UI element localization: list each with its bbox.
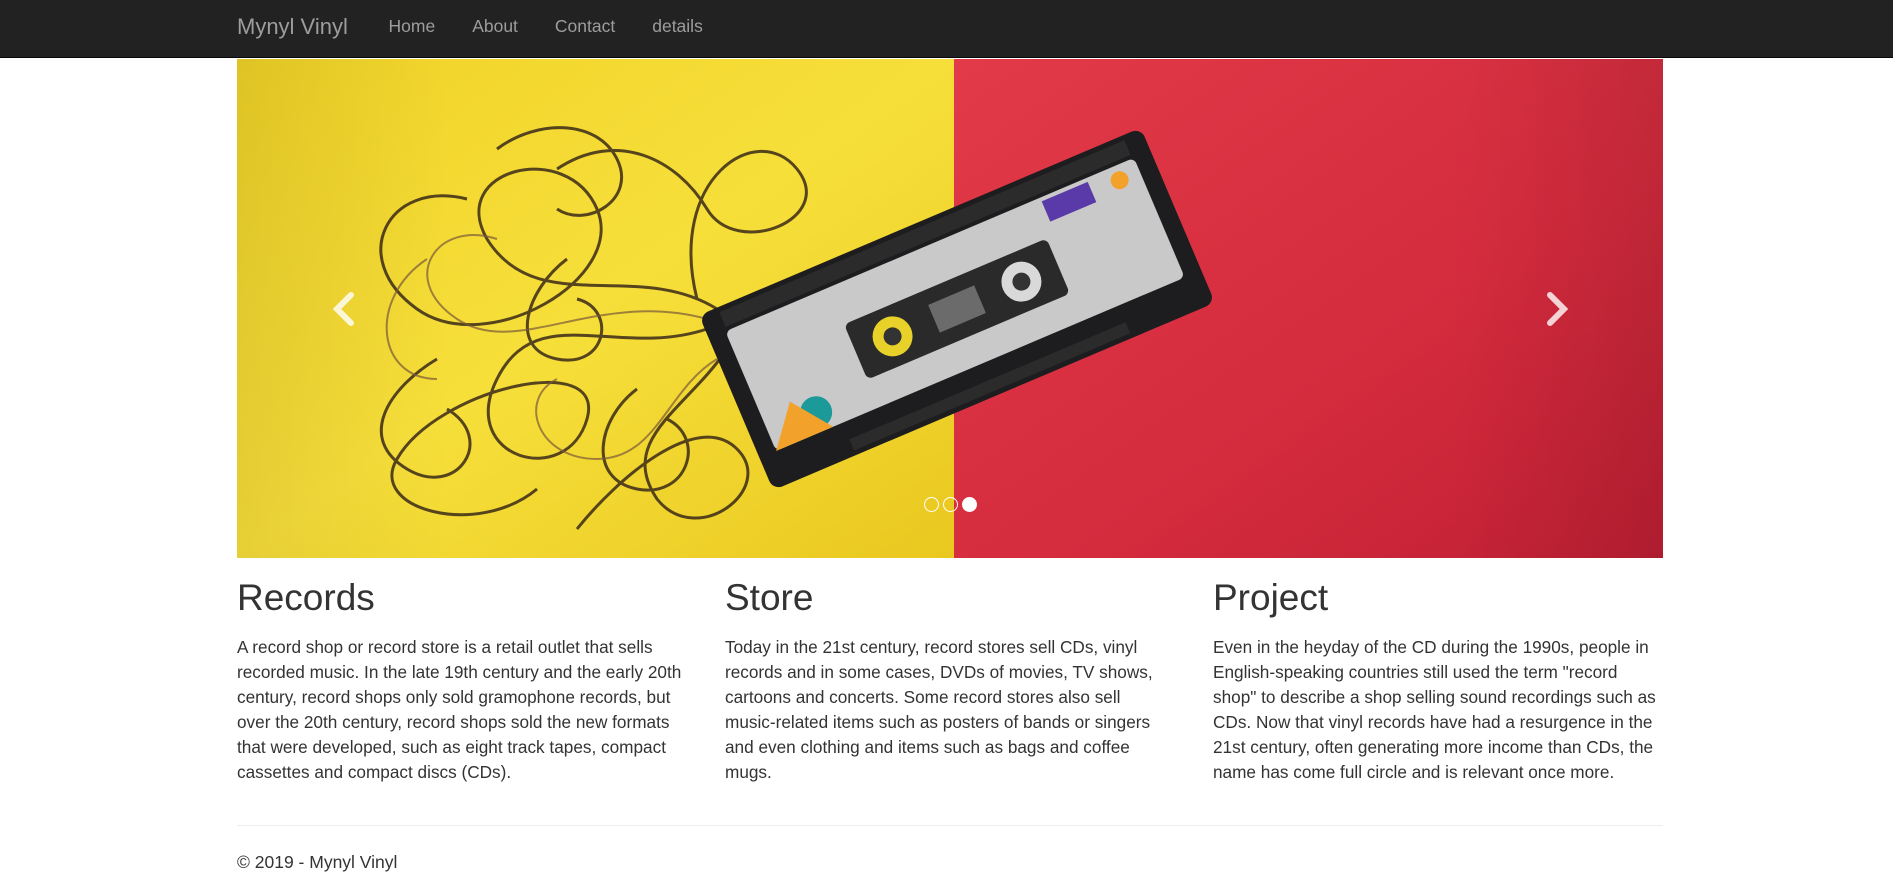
carousel-indicator-3[interactable] (961, 497, 977, 512)
nav-item-details: details (634, 0, 722, 58)
records-column: Records A record shop or record store is… (237, 577, 697, 785)
carousel-prev-button[interactable] (237, 59, 450, 558)
brand-link[interactable]: Mynyl Vinyl (237, 0, 348, 58)
chevron-right-icon (1546, 291, 1568, 326)
nav-item-home: Home (370, 0, 454, 58)
store-text: Today in the 21st century, record stores… (725, 636, 1153, 782)
nav-link-details[interactable]: details (634, 0, 722, 58)
carousel-next-button[interactable] (1450, 59, 1663, 558)
store-column: Store Today in the 21st century, record … (725, 577, 1185, 785)
image-carousel (237, 59, 1663, 558)
project-heading: Project (1213, 577, 1329, 618)
carousel-indicators (237, 497, 1663, 512)
footer-divider (237, 825, 1663, 826)
records-text: A record shop or record store is a retai… (237, 636, 682, 782)
nav-link-contact[interactable]: Contact (536, 0, 633, 58)
nav-link-about[interactable]: About (454, 0, 537, 58)
carousel-indicator-1[interactable] (923, 497, 939, 512)
carousel-indicator-2[interactable] (942, 497, 958, 512)
chevron-left-icon (332, 291, 354, 326)
nav-item-about: About (454, 0, 537, 58)
top-navbar: Mynyl Vinyl Home About Contact details (0, 0, 1893, 58)
nav-item-contact: Contact (536, 0, 633, 58)
project-text: Even in the heyday of the CD during the … (1213, 636, 1656, 782)
records-heading: Records (237, 577, 375, 618)
footer: © 2019 - Mynyl Vinyl (237, 850, 397, 875)
project-column: Project Even in the heyday of the CD dur… (1213, 577, 1673, 785)
nav-link-home[interactable]: Home (370, 0, 454, 58)
store-heading: Store (725, 577, 814, 618)
footer-copyright: © 2019 - Mynyl Vinyl (237, 852, 398, 872)
nav-menu: Home About Contact details (370, 0, 721, 58)
